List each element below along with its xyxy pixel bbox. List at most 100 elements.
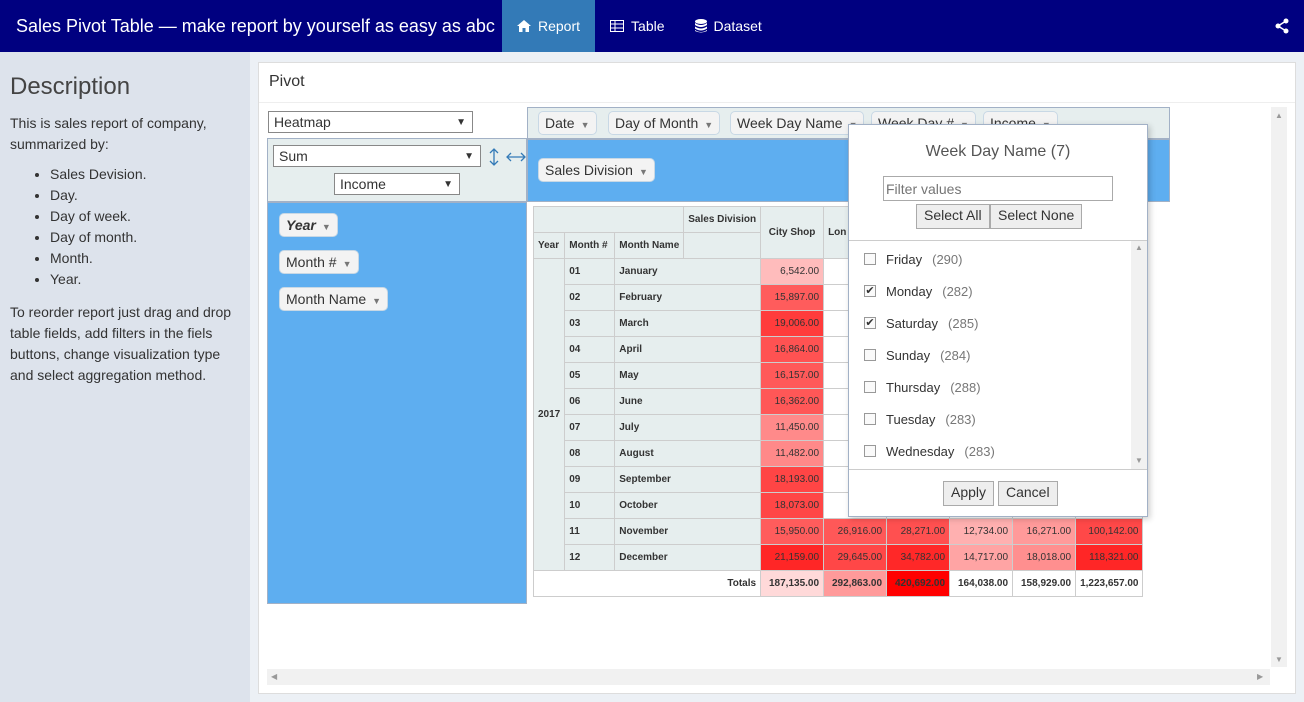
aggregator-select[interactable]: Sum ▼ [273,145,481,167]
select-none-button[interactable]: Select None [990,204,1083,229]
list-item: Month. [50,248,147,269]
month-num-cell: 08 [564,440,616,467]
value-field-select[interactable]: Income ▼ [334,173,460,195]
field-pill-date[interactable]: Date ▼ [538,111,597,135]
filter-item[interactable]: Tuesday (283) [864,409,976,429]
value-cell: 19,006.00 [760,310,825,337]
filter-item-label: Friday [886,251,923,267]
scroll-down-icon[interactable]: ▼ [1135,456,1143,465]
cancel-button[interactable]: Cancel [998,481,1058,506]
select-all-button[interactable]: Select All [916,204,990,229]
horizontal-scrollbar[interactable]: ◀ ▶ [267,669,1270,685]
value-cell: 16,864.00 [760,336,825,363]
checkbox[interactable]: ✔ [864,317,876,329]
col-attr-label: Sales Division [683,206,762,233]
value-cell: 16,271.00 [1012,518,1077,545]
sidebar-title: Description [10,73,131,100]
vertical-scrollbar[interactable]: ▲ ▼ [1271,107,1287,667]
year-cell: 2017 [532,258,566,571]
field-pill-year[interactable]: Year ▼ [279,213,338,237]
value-cell: 26,916.00 [823,518,888,545]
value-cell: 11,482.00 [760,440,825,467]
filter-item[interactable]: Thursday (288) [864,377,981,397]
checkbox[interactable] [864,253,876,265]
filter-triangle-icon[interactable]: ▼ [372,296,381,306]
month-name-cell: March [614,310,762,337]
checkbox[interactable] [864,381,876,393]
value-cell: 18,018.00 [1012,544,1077,571]
tab-dataset[interactable]: Dataset [680,0,777,52]
checkbox[interactable]: ✔ [864,285,876,297]
scroll-down-icon[interactable]: ▼ [1275,655,1283,664]
filter-triangle-icon[interactable]: ▼ [343,259,352,269]
scroll-up-icon[interactable]: ▲ [1135,243,1143,252]
filter-item[interactable]: ✔ Monday (282) [864,281,973,301]
share-icon[interactable] [1274,18,1290,34]
filter-item[interactable]: ✔ Saturday (285) [864,313,978,333]
sort-rows-icon[interactable] [487,148,501,166]
sort-cols-icon[interactable] [506,151,526,163]
list-item: Year. [50,269,147,290]
table-icon [610,20,625,32]
month-num-cell: 05 [564,362,616,389]
month-name-cell: November [614,518,762,545]
filter-popup: Week Day Name (7) Select All Select None… [848,124,1148,517]
filter-item-label: Wednesday [886,443,955,459]
filter-triangle-icon[interactable]: ▼ [581,120,590,130]
month-name-cell: February [614,284,762,311]
value-cell: 118,321.00 [1075,544,1144,571]
tab-table[interactable]: Table [595,0,679,52]
month-name-cell: April [614,336,762,363]
field-label: Month Name [286,291,367,307]
table-row: 12 December 21,159.00 29,645.00 34,782.00 14,… [534,544,1144,571]
filter-item-count: (285) [948,315,979,331]
value-field-value: Income [340,176,386,192]
dropdown-caret-icon: ▼ [443,179,453,190]
filter-triangle-icon[interactable]: ▼ [322,222,331,232]
checkbox[interactable] [864,349,876,361]
top-navbar: Sales Pivot Table — make report by yours… [0,0,1304,52]
field-pill-month-name[interactable]: Month Name ▼ [279,287,389,311]
filter-item-label: Sunday [886,347,931,363]
scroll-up-icon[interactable]: ▲ [1275,111,1283,120]
scroll-right-icon[interactable]: ▶ [1257,672,1263,681]
filter-item-count: (284) [940,347,971,363]
field-pill-week-day-name[interactable]: Week Day Name▼ [730,111,865,135]
checkbox[interactable] [864,413,876,425]
filter-item[interactable]: Wednesday (283) [864,441,995,461]
filter-item[interactable]: Friday (290) [864,249,962,269]
sidebar-list: Sales Devision. Day. Day of week. Day of… [50,164,147,290]
month-name-cell: December [614,544,762,571]
total-cell: 187,135.00 [760,570,825,597]
field-pill-day-of-month[interactable]: Day of Month ▼ [608,111,721,135]
filter-values-input[interactable] [883,176,1113,201]
apply-button[interactable]: Apply [943,481,995,506]
month-num-cell: 07 [564,414,616,441]
filter-item-count: (290) [932,251,963,267]
field-label: Week Day Name [737,115,843,131]
list-item: Sales Devision. [50,164,147,185]
scroll-left-icon[interactable]: ◀ [271,672,277,681]
field-pill-month-num[interactable]: Month # ▼ [279,250,359,274]
tab-report[interactable]: Report [502,0,596,52]
filter-item-count: (283) [964,443,995,459]
checkbox[interactable] [864,445,876,457]
filter-item-label: Thursday [886,379,941,395]
value-cell: 6,542.00 [760,258,825,285]
renderer-select[interactable]: Heatmap ▼ [268,111,473,133]
month-name-cell: January [614,258,762,285]
filter-item[interactable]: Sunday (284) [864,345,970,365]
value-cell: 11,450.00 [760,414,825,441]
value-cell: 29,645.00 [823,544,888,571]
month-num-cell: 03 [564,310,616,337]
total-cell: 158,929.00 [1012,570,1077,597]
field-label: Year [286,217,316,233]
field-pill-sales-division[interactable]: Sales Division ▼ [538,158,655,182]
col-header: City Shop [760,206,825,259]
filter-triangle-icon[interactable]: ▼ [704,120,713,130]
value-cell: 100,142.00 [1075,518,1144,545]
value-cell: 16,362.00 [760,388,825,415]
filter-triangle-icon[interactable]: ▼ [639,167,648,177]
field-label: Date [545,115,575,131]
list-scrollbar[interactable]: ▲ ▼ [1131,241,1147,469]
